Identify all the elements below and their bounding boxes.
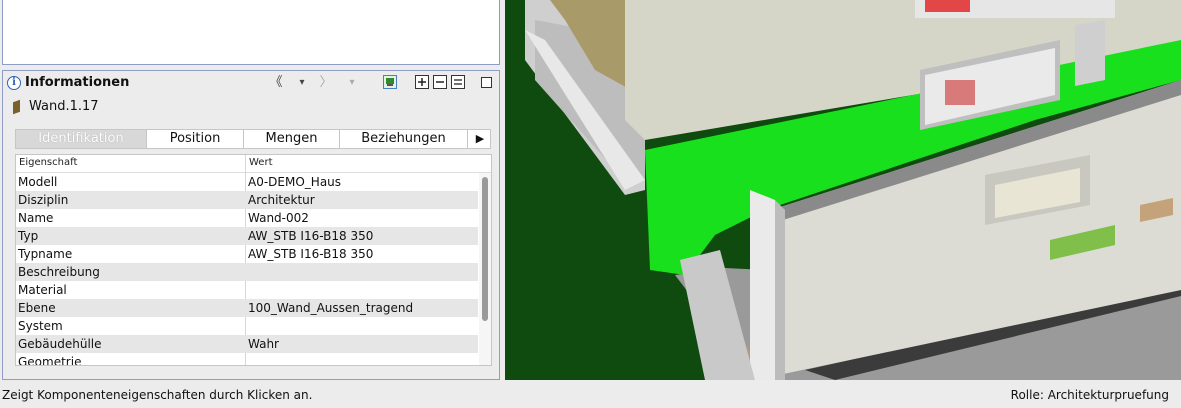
property-cell: System [18, 319, 63, 333]
property-cell: Ebene [18, 301, 56, 315]
info-panel: i Informationen 《 ▾ 〉 ▾ Wand.1.17 Identi… [2, 70, 500, 380]
scrollbar-thumb[interactable] [482, 177, 488, 321]
property-cell: Geometrie [18, 355, 82, 366]
properties-table: Eigenschaft Wert Modell A0-DEMO_Haus Dis… [15, 154, 492, 366]
status-hint: Zeigt Komponenteneigenschaften durch Kli… [2, 388, 313, 402]
property-cell: Typname [18, 247, 73, 261]
table-row[interactable]: Geometrie [16, 353, 478, 366]
wall-icon [13, 99, 20, 115]
property-cell: Gebäudehülle [18, 337, 102, 351]
property-cell: Disziplin [18, 193, 69, 207]
table-scrollbar[interactable] [479, 173, 491, 365]
table-row[interactable]: Ebene 100_Wand_Aussen_tragend [16, 299, 478, 317]
table-row[interactable]: Typ AW_STB I16-B18 350 [16, 227, 478, 245]
property-cell: Beschreibung [18, 265, 100, 279]
building-model-render [505, 0, 1181, 380]
panel-title: Informationen [25, 75, 130, 90]
forward-dropdown-icon[interactable]: ▾ [345, 74, 359, 92]
value-cell: Wand-002 [248, 211, 309, 225]
tab-beziehungen[interactable]: Beziehungen [340, 130, 468, 148]
table-row[interactable]: Disziplin Architektur [16, 191, 478, 209]
table-row[interactable]: Name Wand-002 [16, 209, 478, 227]
value-cell: AW_STB I16-B18 350 [248, 247, 374, 261]
value-cell: Architektur [248, 193, 315, 207]
collapse-icon[interactable] [433, 75, 447, 89]
property-cell: Typ [18, 229, 39, 243]
object-name: Wand.1.17 [29, 99, 99, 114]
table-row[interactable]: Beschreibung [16, 263, 478, 281]
property-cell: Modell [18, 175, 58, 189]
table-row[interactable]: Gebäudehülle Wahr [16, 335, 478, 353]
column-header-value[interactable]: Wert [249, 157, 273, 168]
table-row[interactable]: Material [16, 281, 478, 299]
value-cell: AW_STB I16-B18 350 [248, 229, 374, 243]
3d-viewport[interactable] [505, 0, 1181, 380]
table-row[interactable]: Modell A0-DEMO_Haus [16, 173, 478, 191]
pin-icon[interactable] [383, 75, 397, 89]
table-row[interactable]: System [16, 317, 478, 335]
table-row[interactable]: Typname AW_STB I16-B18 350 [16, 245, 478, 263]
model-tree-panel [2, 0, 500, 65]
expand-all-icon[interactable] [415, 75, 429, 89]
forward-icon[interactable]: 〉 [317, 74, 335, 92]
value-cell: Wahr [248, 337, 279, 351]
maximize-icon[interactable] [481, 77, 492, 88]
value-cell: 100_Wand_Aussen_tragend [248, 301, 414, 315]
property-cell: Name [18, 211, 54, 225]
tab-mengen[interactable]: Mengen [244, 130, 340, 148]
table-header: Eigenschaft Wert [16, 155, 491, 173]
back-icon[interactable]: 《 [267, 74, 285, 92]
value-cell: A0-DEMO_Haus [248, 175, 342, 189]
property-tabs: Identifikation Position Mengen Beziehung… [15, 129, 491, 149]
status-role: Rolle: Architekturpruefung [1010, 388, 1169, 402]
column-header-property[interactable]: Eigenschaft [19, 157, 77, 168]
tab-position[interactable]: Position [147, 130, 244, 148]
info-header: i Informationen 《 ▾ 〉 ▾ [3, 71, 499, 95]
tab-identifikation[interactable]: Identifikation [16, 130, 147, 148]
back-dropdown-icon[interactable]: ▾ [295, 74, 309, 92]
collapse-all-icon[interactable] [451, 75, 465, 89]
info-icon: i [7, 76, 21, 90]
tabs-more-icon[interactable]: ▶ [470, 130, 490, 148]
property-cell: Material [18, 283, 67, 297]
